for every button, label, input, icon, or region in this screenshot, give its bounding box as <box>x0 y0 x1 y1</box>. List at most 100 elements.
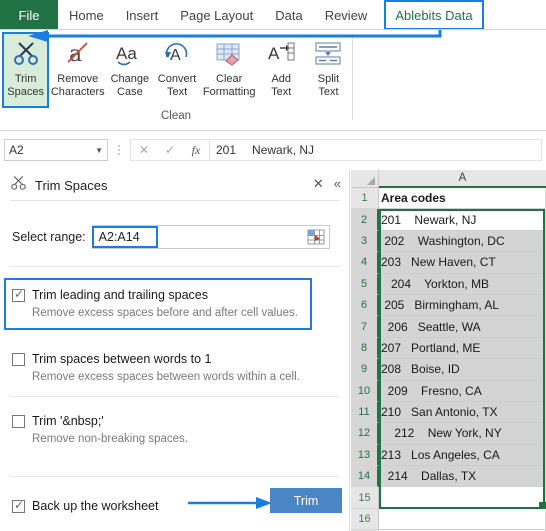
column-header-a[interactable]: A <box>379 170 546 188</box>
fill-handle[interactable] <box>539 502 546 509</box>
grid-cell[interactable]: 214 Dallas, TX <box>379 466 546 488</box>
ribbon-button-change-case[interactable]: Aa Change Case <box>106 32 153 108</box>
grid-cell[interactable]: Area codes <box>379 188 546 210</box>
option-trim-between-words-row: Trim spaces between words to 1 <box>12 352 312 367</box>
grid-cell[interactable]: 213 Los Angeles, CA <box>379 444 546 467</box>
table-row: 13 213 Los Angeles, CA <box>351 444 546 467</box>
row-header[interactable]: 3 <box>351 230 379 253</box>
formula-bar-input[interactable]: 201 Newark, NJ <box>209 139 542 161</box>
row-header[interactable]: 13 <box>351 444 379 467</box>
worksheet-rows: 1 Area codes 2 201 Newark, NJ 3 202 Washingt… <box>351 188 546 531</box>
grid-cell[interactable]: 201 Newark, NJ <box>379 209 546 231</box>
select-range-row: Select range: A2:A14 <box>0 224 350 250</box>
grid-cell[interactable]: 203 New Haven, CT <box>379 252 546 274</box>
row-header[interactable]: 8 <box>351 337 379 360</box>
row-header[interactable]: 9 <box>351 359 379 381</box>
table-row: 6 205 Birmingham, AL <box>351 294 546 317</box>
ribbon-button-split-text[interactable]: Split Text <box>305 32 352 108</box>
enter-check-icon[interactable]: ✓ <box>157 140 183 160</box>
grid-cell[interactable] <box>379 487 546 509</box>
trim-button[interactable]: Trim <box>270 488 342 513</box>
formula-bar: A2 ▼ ⋮ ✕ ✓ fx 201 Newark, NJ <box>0 134 546 166</box>
grid-cell[interactable]: 208 Boise, ID <box>379 359 546 381</box>
panel-header-divider <box>10 200 340 201</box>
row-header[interactable]: 10 <box>351 380 379 402</box>
select-range-label: Select range: <box>12 230 86 244</box>
row-header[interactable]: 7 <box>351 316 379 338</box>
ribbon-button-clear-formatting-line1: Clear <box>216 73 243 85</box>
ribbon-button-trim-spaces[interactable]: Trim Spaces <box>2 32 50 108</box>
trim-spaces-panel: Trim Spaces ✕ « Select range: A2:A14 ✓ T… <box>0 170 350 531</box>
range-picker-icon[interactable] <box>307 229 325 245</box>
row-header[interactable]: 2 <box>351 209 379 231</box>
grid-cell[interactable]: 205 Birmingham, AL <box>379 294 546 317</box>
ribbon-button-convert-text[interactable]: A Convert Text <box>153 32 200 108</box>
row-header[interactable]: 4 <box>351 252 379 274</box>
convert-text-icon: A <box>162 36 192 70</box>
checkbox-trim-leading-trailing[interactable] <box>12 287 25 302</box>
ribbon-button-convert-text-line2: Text <box>166 85 188 98</box>
tab-home[interactable]: Home <box>58 0 115 30</box>
panel-header-buttons: ✕ « <box>313 176 341 192</box>
panel-divider-1 <box>10 266 340 267</box>
tab-page-layout-label: Page Layout <box>180 7 254 23</box>
name-box[interactable]: A2 ▼ <box>4 139 108 161</box>
tab-home-label: Home <box>69 7 104 23</box>
grid-cell[interactable]: 207 Portland, ME <box>379 337 546 360</box>
tab-review[interactable]: Review <box>314 0 379 30</box>
option-trim-leading-trailing-label: Trim leading and trailing spaces <box>32 288 209 302</box>
select-all-corner[interactable] <box>351 170 379 188</box>
row-header[interactable]: 14 <box>351 466 379 488</box>
svg-text:A: A <box>268 44 280 63</box>
option-trim-nbsp[interactable]: Trim '&nbsp;' Remove non-breaking spaces… <box>12 414 312 446</box>
row-header[interactable]: 1 <box>351 188 379 210</box>
tab-review-label: Review <box>324 7 368 23</box>
grid-cell[interactable]: 210 San Antonio, TX <box>379 401 546 424</box>
tab-insert[interactable]: Insert <box>115 0 170 30</box>
ribbon-button-clear-formatting[interactable]: Clear Formatting <box>201 32 258 108</box>
row-header[interactable]: 5 <box>351 273 379 295</box>
grid-cell[interactable]: 204 Yorkton, MB <box>379 273 546 295</box>
close-icon[interactable]: ✕ <box>313 176 324 192</box>
checkbox-backup-worksheet[interactable] <box>12 498 25 513</box>
tab-file[interactable]: File <box>0 0 58 30</box>
tab-page-layout[interactable]: Page Layout <box>169 0 264 30</box>
option-trim-between-words[interactable]: Trim spaces between words to 1 Remove ex… <box>12 352 312 384</box>
row-header[interactable]: 12 <box>351 423 379 445</box>
panel-header: Trim Spaces ✕ « <box>0 170 349 200</box>
panel-divider-3 <box>10 476 340 477</box>
grid-cell[interactable] <box>379 508 546 531</box>
cancel-icon[interactable]: ✕ <box>131 140 157 160</box>
checkbox-trim-nbsp[interactable] <box>12 415 25 428</box>
checkbox-trim-between-words[interactable] <box>12 353 25 366</box>
clear-formatting-icon <box>213 36 245 70</box>
row-header[interactable]: 15 <box>351 487 379 509</box>
ribbon-button-add-text[interactable]: A Add Text <box>258 32 305 108</box>
fx-icon[interactable]: fx <box>183 140 209 160</box>
row-header[interactable]: 11 <box>351 401 379 424</box>
option-trim-leading-trailing[interactable]: Trim leading and trailing spaces Remove … <box>4 278 312 330</box>
table-row: 15 <box>351 487 546 509</box>
grid-cell[interactable]: 212 New York, NY <box>379 423 546 445</box>
ribbon-button-remove-characters[interactable]: a Remove Characters <box>49 32 106 108</box>
select-range-field[interactable]: A2:A14 <box>91 225 330 249</box>
row-header[interactable]: 6 <box>351 294 379 317</box>
tab-data[interactable]: Data <box>264 0 313 30</box>
grid-cell[interactable]: 202 Washington, DC <box>379 230 546 253</box>
collapse-icon[interactable]: « <box>334 176 341 192</box>
table-row: 11 210 San Antonio, TX <box>351 401 546 424</box>
ribbon-button-change-case-line2: Case <box>117 85 143 98</box>
table-row: 4 203 New Haven, CT <box>351 252 546 274</box>
split-text-icon <box>312 36 344 70</box>
option-trim-nbsp-label: Trim '&nbsp;' <box>32 414 104 428</box>
grid-cell[interactable]: 206 Seattle, WA <box>379 316 546 338</box>
table-row: 5 204 Yorkton, MB <box>351 273 546 295</box>
ribbon-button-remove-characters-line1: Remove <box>57 73 99 85</box>
table-row: 10 209 Fresno, CA <box>351 380 546 402</box>
select-range-input[interactable]: A2:A14 <box>91 226 158 248</box>
formula-bar-number: 201 <box>216 143 237 157</box>
table-row: 8 207 Portland, ME <box>351 337 546 360</box>
tab-ablebits-data[interactable]: Ablebits Data <box>384 0 484 30</box>
grid-cell[interactable]: 209 Fresno, CA <box>379 380 546 402</box>
row-header[interactable]: 16 <box>351 508 379 531</box>
